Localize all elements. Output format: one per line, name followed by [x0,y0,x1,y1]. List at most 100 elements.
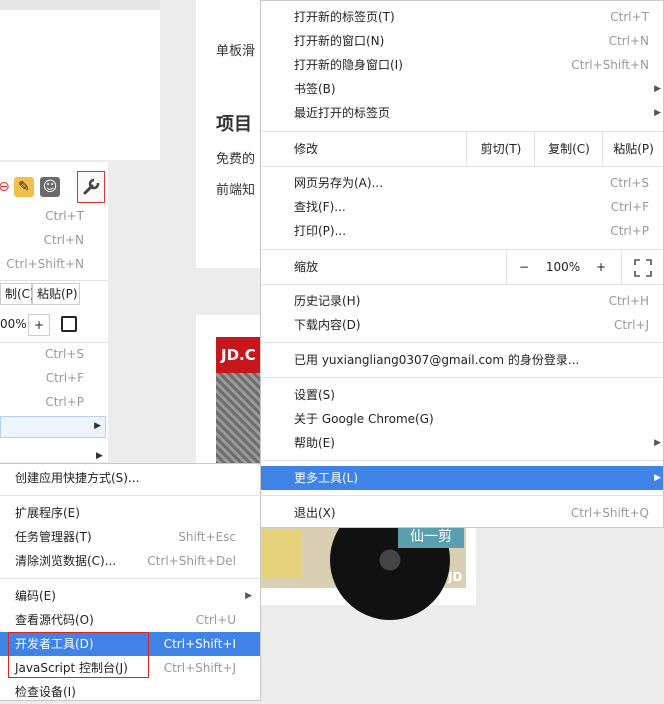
shortcut-label: Ctrl+Shift+Q [570,506,649,520]
menu-item-label: 帮助(E) [294,436,335,450]
article-snippet: 前端知 [216,183,256,198]
menu-item-new-tab[interactable]: 打开新的标签页(T) Ctrl+T [261,5,663,29]
paste-button[interactable]: 粘贴(P) [32,283,80,305]
extension-toolbar: ⊖ ✎ ☺ [0,172,60,202]
divider [0,495,260,496]
paste-button[interactable]: 粘贴(P) [602,132,664,166]
page-background-strip [0,0,160,10]
menu-item-task-manager[interactable]: 任务管理器(T) Shift+Esc [0,525,260,549]
extension-icon[interactable]: ☺ [40,177,60,197]
album-title: 仙一剪 [398,526,464,548]
menu-item-label: 历史记录(H) [294,294,361,308]
article-heading: 项目 [216,114,252,135]
divider [261,495,663,496]
menu-item-settings[interactable]: 设置(S) [261,383,663,407]
menu-item-history[interactable]: 历史记录(H) Ctrl+H [261,289,663,313]
chevron-right-icon: ▶ [654,108,661,118]
shortcut-label: Ctrl+S [44,347,84,361]
menu-item-new-window[interactable]: 打开新的窗口(N) Ctrl+N [261,29,663,53]
menu-item-label: 网页另存为(A)... [294,176,384,190]
shortcut-label: Ctrl+T [45,209,84,223]
zoom-row: 缩放 − 100% + [261,250,663,284]
menu-item-recent-tabs[interactable]: 最近打开的标签页 ▶ [261,101,663,125]
menu-item-extensions[interactable]: 扩展程序(E) [0,501,260,525]
menu-item-label: 打开新的标签页(T) [294,10,395,24]
article-snippet: 单板滑 [216,44,256,59]
menu-item-encoding[interactable]: 编码(E) ▶ [0,584,260,608]
stop-icon[interactable]: ⊖ [0,177,10,197]
menu-item-label: 查看源代码(O) [15,613,94,627]
shortcut-label: Shift+Esc [178,530,236,544]
wrench-menu-button[interactable] [77,171,105,203]
menu-item-create-shortcut[interactable]: 创建应用快捷方式(S)... [0,466,260,490]
zoom-label: 缩放 [294,260,319,274]
fullscreen-button[interactable] [621,250,664,284]
shortcut-label: Ctrl+P [610,224,649,238]
article-snippet: 免费的 [216,152,256,167]
menu-item-incognito[interactable]: 打开新的隐身窗口(I) Ctrl+Shift+N [261,53,663,77]
zoom-out-button[interactable]: − [506,250,541,284]
more-tools-row[interactable]: ▶ [0,416,106,438]
menu-item-label: 查找(F)... [294,200,346,214]
chevron-right-icon: ▶ [96,451,103,461]
fullscreen-icon[interactable] [61,316,77,332]
menu-item-view-source[interactable]: 查看源代码(O) Ctrl+U [0,608,260,632]
zoom-in-button[interactable]: + [28,314,50,336]
shortcut-label: Ctrl+Shift+N [571,58,649,72]
menu-item-find[interactable]: 查找(F)... Ctrl+F [261,195,663,219]
menu-item-label: 创建应用快捷方式(S)... [15,471,140,485]
menu-item-signed-in[interactable]: 已用 yuxiangliang0307@gmail.com 的身份登录... [261,348,663,372]
edit-label: 修改 [294,142,319,156]
copy-button[interactable]: 复制(C) [534,132,603,166]
copy-button[interactable]: 制(C) [0,283,35,305]
menu-item-label: 任务管理器(T) [15,530,92,544]
menu-item-label: 已用 yuxiangliang0307@gmail.com 的身份登录... [294,353,580,367]
menu-item-more-tools[interactable]: 更多工具(L) ▶ [261,466,663,490]
chevron-right-icon: ▶ [245,591,252,601]
menu-item-inspect-devices[interactable]: 检查设备(I) [0,680,260,704]
menu-item-exit[interactable]: 退出(X) Ctrl+Shift+Q [261,501,663,525]
menu-item-label: 打开新的隐身窗口(I) [294,58,403,72]
shortcut-label: Ctrl+Shift+Del [147,554,236,568]
menu-item-label: 设置(S) [294,388,335,402]
menu-item-bookmarks[interactable]: 书签(B) ▶ [261,77,663,101]
chevron-right-icon: ▶ [654,438,661,448]
shortcut-label: Ctrl+F [610,200,649,214]
menu-item-print[interactable]: 打印(P)... Ctrl+P [261,219,663,243]
chevron-right-icon: ▶ [94,421,101,431]
zoom-value: 00% [0,317,27,331]
menu-item-about[interactable]: 关于 Google Chrome(G) [261,407,663,431]
chevron-right-icon: ▶ [654,84,661,94]
menu-item-save-page[interactable]: 网页另存为(A)... Ctrl+S [261,171,663,195]
edit-row: 修改 剪切(T) 复制(C) 粘贴(P) [261,132,663,166]
menu-item-label: 扩展程序(E) [15,506,80,520]
menu-item-js-console[interactable]: JavaScript 控制台(J) Ctrl+Shift+J [0,656,260,680]
menu-item-clear-data[interactable]: 清除浏览数据(C)... Ctrl+Shift+Del [0,549,260,573]
chrome-main-menu: 打开新的标签页(T) Ctrl+T 打开新的窗口(N) Ctrl+N 打开新的隐… [260,0,664,528]
menu-item-label: 开发者工具(D) [15,637,94,651]
zoom-row: 00% + [0,313,108,337]
menu-item-label: 下载内容(D) [294,318,361,332]
menu-item-label: 打开新的窗口(N) [294,34,385,48]
zoom-in-button[interactable]: + [586,250,616,284]
divider [261,284,663,285]
shortcut-label: Ctrl+Shift+I [163,637,236,651]
menu-item-downloads[interactable]: 下载内容(D) Ctrl+J [261,313,663,337]
note-icon[interactable]: ✎ [14,177,34,197]
shortcut-label: Ctrl+Shift+N [6,257,84,271]
menu-item-help[interactable]: 帮助(E) ▶ [261,431,663,455]
menu-item-developer-tools[interactable]: 开发者工具(D) Ctrl+Shift+I [0,632,260,656]
jd-logo[interactable]: JD.C [216,337,260,373]
menu-item-label: 关于 Google Chrome(G) [294,412,434,426]
chevron-right-icon: ▶ [654,473,661,483]
menu-item-label: 最近打开的标签页 [294,106,391,120]
ad-image[interactable] [216,373,260,465]
shortcut-label: Ctrl+P [45,395,84,409]
cut-button[interactable]: 剪切(T) [466,132,535,166]
shortcut-label: Ctrl+N [608,34,649,48]
shortcut-label: Ctrl+H [608,294,649,308]
menu-item-label: 编码(E) [15,589,56,603]
divider [261,377,663,378]
divider [0,342,108,343]
shortcut-label: Ctrl+N [43,233,84,247]
